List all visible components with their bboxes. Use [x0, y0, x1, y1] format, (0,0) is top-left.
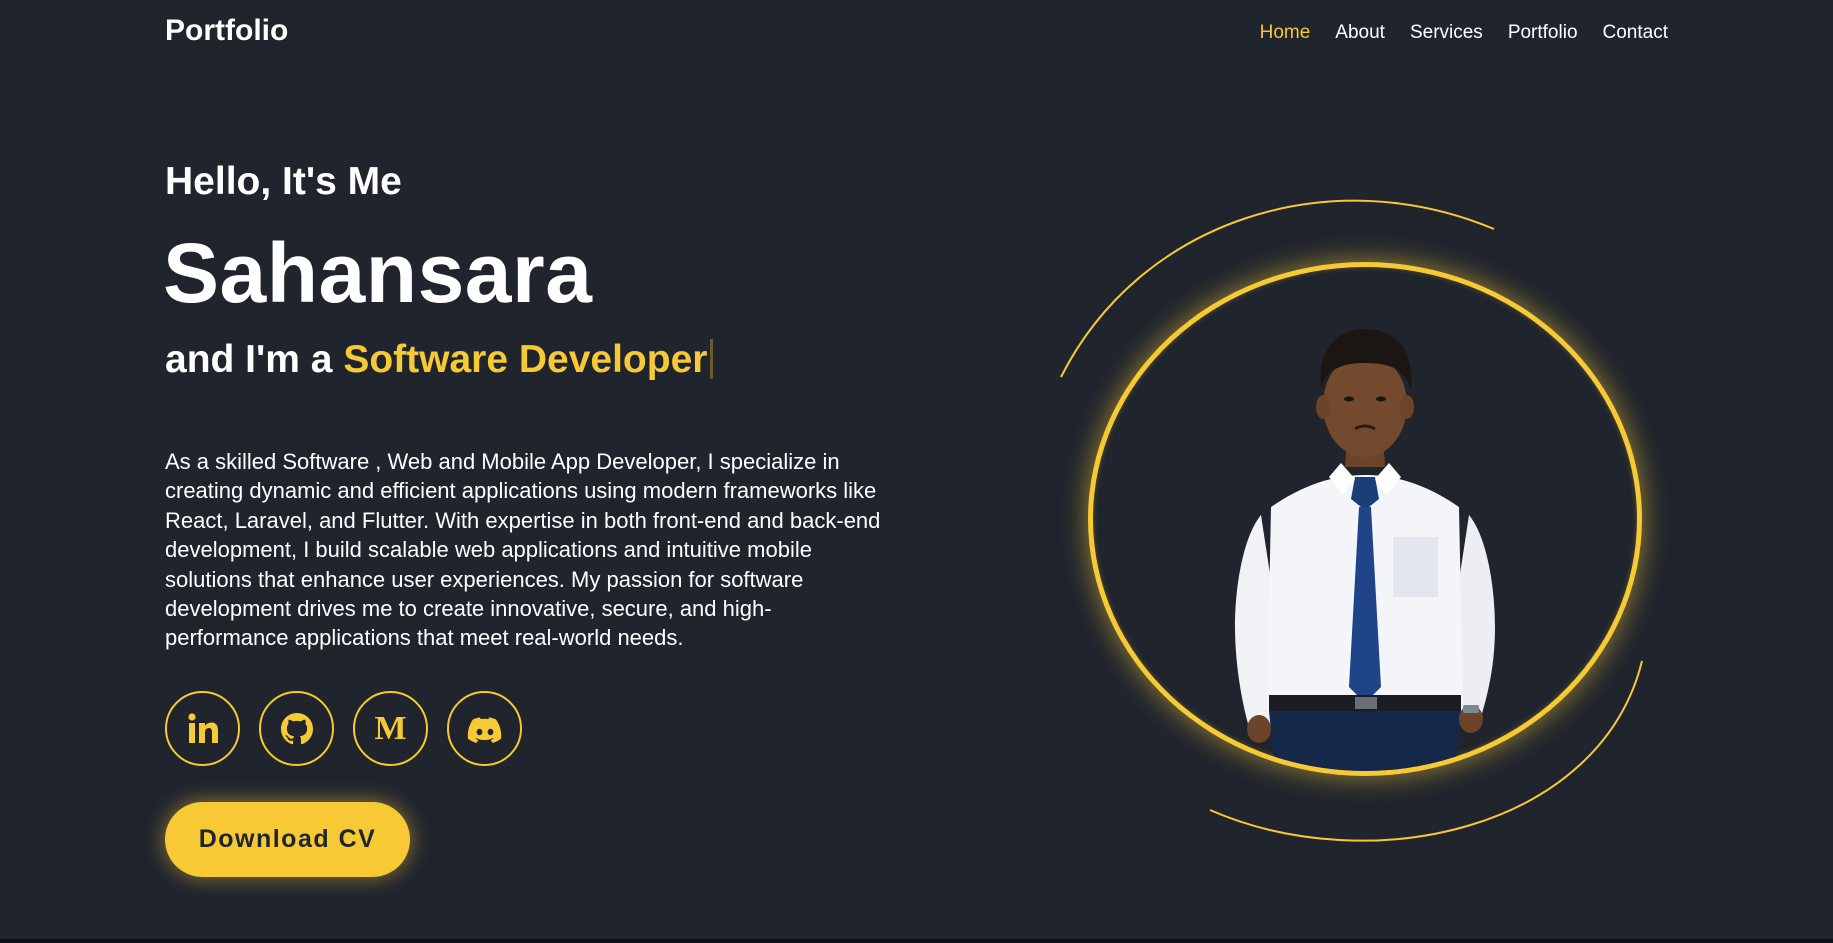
medium-icon: M — [374, 709, 407, 747]
nav-about[interactable]: About — [1335, 22, 1385, 44]
nav-services[interactable]: Services — [1410, 22, 1483, 44]
role-line: and I'm a Software Developer — [165, 338, 714, 382]
linkedin-link[interactable] — [165, 691, 240, 766]
hero-description: As a skilled Software , Web and Mobile A… — [165, 449, 881, 651]
profile-photo — [1235, 329, 1495, 771]
nav-home[interactable]: Home — [1260, 22, 1311, 44]
nav-portfolio[interactable]: Portfolio — [1508, 22, 1578, 44]
page-bottom-border — [0, 939, 1833, 943]
greeting: Hello, It's Me — [165, 160, 402, 203]
profile-photo-frame — [1088, 262, 1642, 776]
github-icon — [280, 712, 313, 744]
typing-caret — [710, 339, 714, 379]
site-header: Portfolio Home About Services Portfolio … — [0, 0, 1833, 68]
medium-link[interactable]: M — [353, 691, 428, 766]
linkedin-icon — [187, 712, 218, 743]
download-cv-button[interactable]: Download CV — [165, 802, 410, 877]
logo[interactable]: Portfolio — [165, 14, 288, 48]
role-prefix: and I'm a — [165, 338, 344, 381]
discord-link[interactable] — [447, 691, 522, 766]
discord-icon — [467, 716, 501, 743]
hero-name: Sahansara — [163, 226, 593, 320]
social-links: M — [165, 691, 522, 766]
nav-contact[interactable]: Contact — [1603, 22, 1668, 44]
main-nav: Home About Services Portfolio Contact — [1260, 22, 1668, 44]
page: Portfolio Home About Services Portfolio … — [0, 0, 1833, 943]
role-highlight: Software Developer — [343, 338, 708, 381]
github-link[interactable] — [259, 691, 334, 766]
